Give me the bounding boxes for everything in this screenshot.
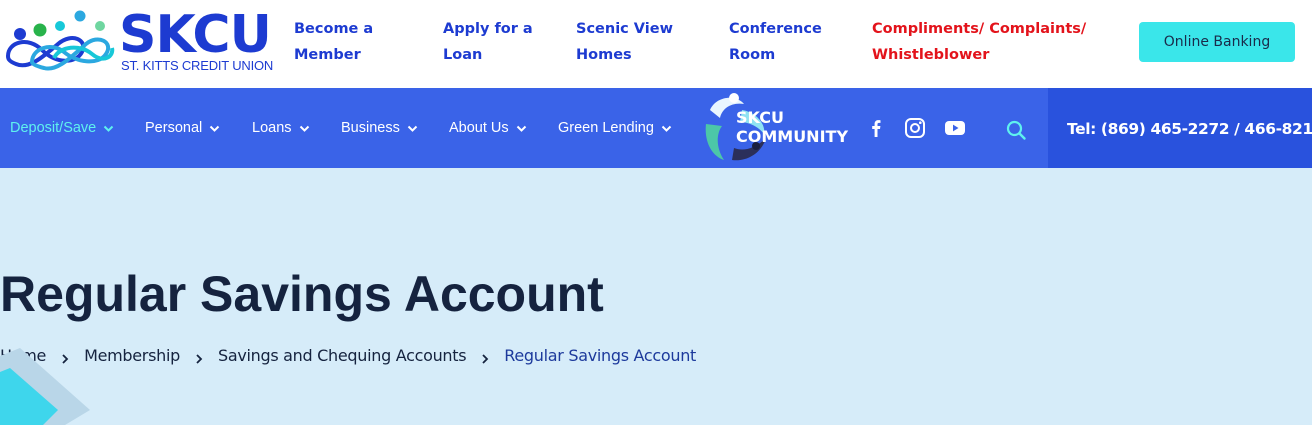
nav-personal[interactable]: Personal	[145, 88, 220, 168]
nav-business[interactable]: Business	[341, 88, 418, 168]
logo-graphic: SKCU ST. KITTS CREDIT UNION	[5, 6, 273, 73]
online-banking-button[interactable]: Online Banking	[1139, 22, 1295, 62]
nav-green-lending[interactable]: Green Lending	[558, 88, 672, 168]
become-member-link[interactable]: Become a Member	[294, 16, 373, 68]
conference-room-link[interactable]: Conference Room	[729, 16, 822, 68]
search-icon[interactable]	[1004, 118, 1028, 142]
nav-label: Deposit/Save	[10, 120, 97, 136]
instagram-icon[interactable]	[903, 116, 927, 140]
scenic-view-homes-link[interactable]: Scenic View Homes	[576, 16, 673, 68]
chevron-right-icon	[480, 350, 490, 364]
chevron-down-icon	[209, 123, 220, 134]
skcu-community-link[interactable]: SKCU COMMUNITY	[702, 90, 852, 166]
nav-loans[interactable]: Loans	[252, 88, 310, 168]
decorative-shape	[0, 348, 90, 425]
top-bar: SKCU ST. KITTS CREDIT UNION Become a Memb…	[0, 0, 1312, 88]
nav-label: Personal	[145, 120, 203, 136]
main-nav: Deposit/Save Personal Loans Business Abo…	[0, 88, 1312, 168]
facebook-icon[interactable]	[864, 116, 888, 140]
page-hero: Regular Savings Account Home Membership …	[0, 168, 1312, 425]
skcu-logo[interactable]: SKCU ST. KITTS CREDIT UNION	[2, 6, 294, 76]
complaints-whistleblower-link[interactable]: Compliments/ Complaints/Whistleblower	[872, 16, 1086, 68]
chevron-down-icon	[516, 123, 527, 134]
phone-box: Tel: (869) 465-2272 / 466-8218	[1048, 88, 1312, 168]
breadcrumb-savings-chequing[interactable]: Savings and Chequing Accounts	[218, 346, 467, 365]
chevron-right-icon	[194, 350, 204, 364]
nav-deposit-save[interactable]: Deposit/Save	[10, 88, 114, 168]
page-title: Regular Savings Account	[0, 266, 604, 322]
chevron-down-icon	[407, 123, 418, 134]
logo-wordmark: SKCU	[119, 6, 271, 65]
chevron-down-icon	[299, 123, 310, 134]
nav-label: Green Lending	[558, 120, 654, 136]
logo-tagline: ST. KITTS CREDIT UNION	[121, 58, 273, 73]
nav-about-us[interactable]: About Us	[449, 88, 527, 168]
nav-label: Loans	[252, 120, 292, 136]
youtube-icon[interactable]	[943, 116, 967, 140]
breadcrumb-current: Regular Savings Account	[504, 346, 697, 365]
nav-label: About Us	[449, 120, 509, 136]
community-label: SKCU COMMUNITY	[736, 108, 849, 146]
chevron-down-icon	[103, 123, 114, 134]
chevron-down-icon	[661, 123, 672, 134]
apply-loan-link[interactable]: Apply for a Loan	[443, 16, 533, 68]
phone-number[interactable]: Tel: (869) 465-2272 / 466-8218	[1067, 88, 1312, 170]
nav-label: Business	[341, 120, 400, 136]
